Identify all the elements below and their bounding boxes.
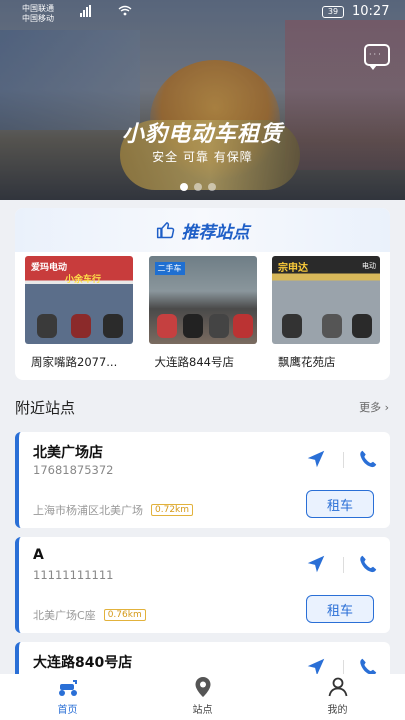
recommended-stations-card: 推荐站点 爱玛电动 小余车行 周家嘴路2077... 二手车 大连路844号店 [15,208,390,380]
station-phone: 17681875372 [33,463,114,477]
phone-icon[interactable] [357,553,379,575]
hero-banner[interactable]: 中国联通 中国移动 39 10:27 ··· 小豹电动车租赁 安全 可靠 有保障 [0,0,405,200]
banner-subtitle: 安全 可靠 有保障 [152,150,253,164]
navigate-icon[interactable] [305,553,327,575]
station-address-row: 北美广场C座 0.76km [33,607,146,623]
station-name: A [33,547,44,563]
tab-label: 我的 [327,705,348,716]
distance-badge: 0.72km [151,504,194,516]
station-card[interactable]: 北美广场店 17681875372 上海市杨浦区北美广场 0.72km 租车 [15,432,390,528]
tab-label: 首页 [57,705,78,716]
station-address-row: 上海市杨浦区北美广场 0.72km [33,502,194,518]
nearby-section-title: 附近站点 [15,399,76,417]
battery-icon: 39 [322,6,344,18]
shop-photo-sign: 电动 [362,262,376,270]
signal-icon [80,5,91,17]
rent-button[interactable]: 租车 [306,595,374,623]
shop-photo: 宗申达 电动 [272,256,380,344]
tab-home[interactable]: 首页 [0,674,135,720]
station-name: 北美广场店 [33,445,103,461]
shop-photo-sign: 宗申达 [278,263,308,274]
banner-overlay [0,0,405,200]
tab-mine[interactable]: 我的 [270,674,405,720]
carousel-indicator[interactable] [180,183,216,191]
shop-photo: 二手车 [148,256,257,344]
navigate-icon[interactable] [305,448,327,470]
message-icon[interactable]: ··· [364,44,390,70]
recommended-shop[interactable]: 二手车 大连路844号店 [148,256,257,370]
station-card[interactable]: A 11111111111 北美广场C座 0.76km 租车 [15,537,390,633]
divider [343,557,344,573]
bottom-tab-bar: 首页 站点 我的 [0,674,405,720]
station-phone: 11111111111 [33,568,114,582]
chevron-right-icon: › [384,401,389,414]
banner-title: 小豹电动车租赁 [121,122,283,147]
clock: 10:27 [352,4,390,19]
carrier-label: 中国移动 [22,14,54,23]
recommended-shop[interactable]: 宗申达 电动 飘鹰花苑店 [272,256,380,370]
shop-name: 大连路844号店 [154,355,234,369]
recommended-title: 推荐站点 [181,222,250,243]
location-pin-icon [195,677,210,697]
recommended-header: 推荐站点 [15,208,390,252]
carousel-dot[interactable] [180,183,188,191]
station-address: 上海市杨浦区北美广场 [33,504,143,517]
thumbs-up-icon [156,222,174,239]
shop-name: 周家嘴路2077... [31,355,118,369]
phone-icon[interactable] [357,448,379,470]
scooter-icon [58,680,77,696]
carousel-dot[interactable] [208,183,216,191]
carousel-dot[interactable] [194,183,202,191]
status-bar: 中国联通 中国移动 39 10:27 [0,0,405,26]
divider [343,452,344,468]
tab-stations[interactable]: 站点 [135,674,270,720]
shop-photo-sign: 二手车 [154,262,185,275]
more-label: 更多 [359,401,382,414]
shop-photo-sign: 小余车行 [65,275,102,285]
wifi-icon [118,5,132,19]
station-address: 北美广场C座 [33,609,96,622]
shop-photo: 爱玛电动 小余车行 [25,256,133,344]
shop-name: 飘鹰花苑店 [278,355,336,369]
distance-badge: 0.76km [103,609,146,621]
recommended-shop[interactable]: 爱玛电动 小余车行 周家嘴路2077... [25,256,133,370]
user-icon [328,677,347,697]
more-link[interactable]: 更多 › [359,399,389,415]
rent-button[interactable]: 租车 [306,490,374,518]
tab-label: 站点 [192,705,213,716]
station-name: 大连路840号店 [33,655,133,671]
